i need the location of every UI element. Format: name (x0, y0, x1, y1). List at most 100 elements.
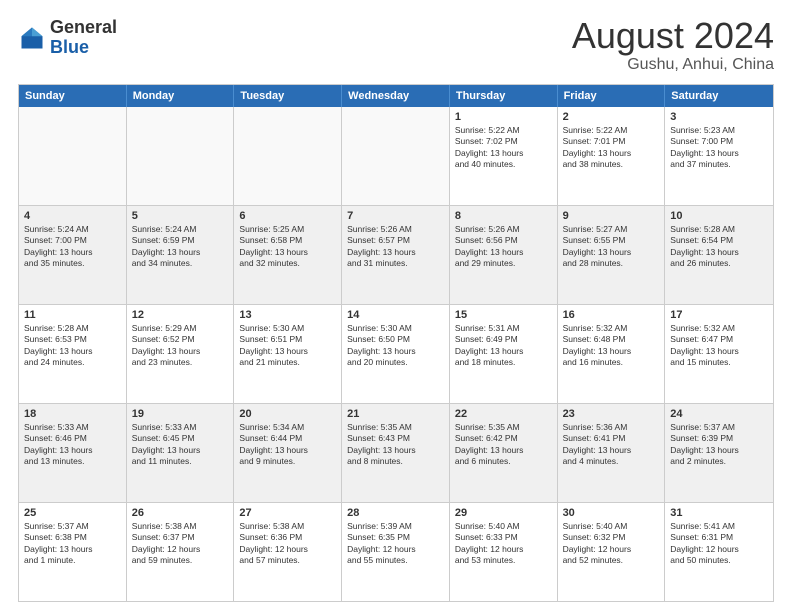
day-number: 28 (347, 507, 444, 519)
page: General Blue August 2024 Gushu, Anhui, C… (0, 0, 792, 612)
day-number: 30 (563, 507, 660, 519)
day-info: Sunrise: 5:38 AMSunset: 6:37 PMDaylight:… (132, 521, 229, 567)
day-number: 10 (670, 210, 768, 222)
calendar-cell-28: 28 Sunrise: 5:39 AMSunset: 6:35 PMDayligh… (342, 503, 450, 601)
day-info: Sunrise: 5:22 AMSunset: 7:02 PMDaylight:… (455, 125, 552, 171)
day-number: 25 (24, 507, 121, 519)
day-number: 18 (24, 408, 121, 420)
day-number: 7 (347, 210, 444, 222)
calendar-cell-12: 12Sunrise: 5:29 AMSunset: 6:52 PMDayligh… (127, 305, 235, 403)
day-info: Sunrise: 5:31 AMSunset: 6:49 PMDaylight:… (455, 323, 552, 369)
day-info: Sunrise: 5:26 AMSunset: 6:56 PMDaylight:… (455, 224, 552, 270)
calendar-cell-3: 3 Sunrise: 5:23 AMSunset: 7:00 PMDaylight… (665, 107, 773, 205)
day-info: Sunrise: 5:30 AMSunset: 6:50 PMDaylight:… (347, 323, 444, 369)
calendar-cell-27: 27 Sunrise: 5:38 AMSunset: 6:36 PMDayligh… (234, 503, 342, 601)
weekday-header-tuesday: Tuesday (234, 85, 342, 107)
calendar-cell-empty-1 (127, 107, 235, 205)
calendar: SundayMondayTuesdayWednesdayThursdayFrid… (18, 84, 774, 602)
day-info: Sunrise: 5:32 AMSunset: 6:48 PMDaylight:… (563, 323, 660, 369)
weekday-header-monday: Monday (127, 85, 235, 107)
day-info: Sunrise: 5:28 AMSunset: 6:53 PMDaylight:… (24, 323, 121, 369)
day-info: Sunrise: 5:33 AMSunset: 6:45 PMDaylight:… (132, 422, 229, 468)
calendar-cell-empty-3 (342, 107, 450, 205)
calendar-cell-29: 29 Sunrise: 5:40 AMSunset: 6:33 PMDayligh… (450, 503, 558, 601)
calendar-cell-8: 8 Sunrise: 5:26 AMSunset: 6:56 PMDaylight… (450, 206, 558, 304)
day-info: Sunrise: 5:37 AMSunset: 6:39 PMDaylight:… (670, 422, 768, 468)
calendar-cell-11: 11 Sunrise: 5:28 AMSunset: 6:53 PMDayligh… (19, 305, 127, 403)
day-info: Sunrise: 5:22 AMSunset: 7:01 PMDaylight:… (563, 125, 660, 171)
day-number: 26 (132, 507, 229, 519)
day-number: 4 (24, 210, 121, 222)
day-number: 31 (670, 507, 768, 519)
day-info: Sunrise: 5:26 AMSunset: 6:57 PMDaylight:… (347, 224, 444, 270)
calendar-cell-10: 10 Sunrise: 5:28 AMSunset: 6:54 PMDayligh… (665, 206, 773, 304)
logo-general-text: General (50, 18, 117, 38)
calendar-cell-6: 6Sunrise: 5:25 AMSunset: 6:58 PMDaylight… (234, 206, 342, 304)
day-number: 15 (455, 309, 552, 321)
day-info: Sunrise: 5:40 AMSunset: 6:33 PMDaylight:… (455, 521, 552, 567)
calendar-cell-2: 2 Sunrise: 5:22 AMSunset: 7:01 PMDaylight… (558, 107, 666, 205)
day-number: 3 (670, 111, 768, 123)
calendar-cell-9: 9Sunrise: 5:27 AMSunset: 6:55 PMDaylight… (558, 206, 666, 304)
calendar-cell-4: 4Sunrise: 5:24 AMSunset: 7:00 PMDaylight… (19, 206, 127, 304)
calendar-cell-31: 31Sunrise: 5:41 AMSunset: 6:31 PMDayligh… (665, 503, 773, 601)
day-number: 29 (455, 507, 552, 519)
weekday-header-sunday: Sunday (19, 85, 127, 107)
logo-icon (18, 24, 46, 52)
calendar-cell-24: 24 Sunrise: 5:37 AMSunset: 6:39 PMDayligh… (665, 404, 773, 502)
calendar-cell-5: 5 Sunrise: 5:24 AMSunset: 6:59 PMDaylight… (127, 206, 235, 304)
weekday-header-thursday: Thursday (450, 85, 558, 107)
day-number: 19 (132, 408, 229, 420)
calendar-cell-13: 13 Sunrise: 5:30 AMSunset: 6:51 PMDayligh… (234, 305, 342, 403)
day-info: Sunrise: 5:34 AMSunset: 6:44 PMDaylight:… (239, 422, 336, 468)
day-info: Sunrise: 5:35 AMSunset: 6:43 PMDaylight:… (347, 422, 444, 468)
calendar-cell-16: 16 Sunrise: 5:32 AMSunset: 6:48 PMDayligh… (558, 305, 666, 403)
day-number: 17 (670, 309, 768, 321)
calendar-cell-30: 30 Sunrise: 5:40 AMSunset: 6:32 PMDayligh… (558, 503, 666, 601)
calendar-cell-1: 1 Sunrise: 5:22 AMSunset: 7:02 PMDaylight… (450, 107, 558, 205)
calendar-row-3: 11 Sunrise: 5:28 AMSunset: 6:53 PMDayligh… (19, 305, 773, 404)
day-info: Sunrise: 5:40 AMSunset: 6:32 PMDaylight:… (563, 521, 660, 567)
day-info: Sunrise: 5:27 AMSunset: 6:55 PMDaylight:… (563, 224, 660, 270)
day-number: 22 (455, 408, 552, 420)
day-number: 2 (563, 111, 660, 123)
calendar-header: SundayMondayTuesdayWednesdayThursdayFrid… (19, 85, 773, 107)
day-info: Sunrise: 5:35 AMSunset: 6:42 PMDaylight:… (455, 422, 552, 468)
day-number: 24 (670, 408, 768, 420)
day-info: Sunrise: 5:38 AMSunset: 6:36 PMDaylight:… (239, 521, 336, 567)
calendar-cell-15: 15 Sunrise: 5:31 AMSunset: 6:49 PMDayligh… (450, 305, 558, 403)
calendar-cell-18: 18 Sunrise: 5:33 AMSunset: 6:46 PMDayligh… (19, 404, 127, 502)
day-info: Sunrise: 5:28 AMSunset: 6:54 PMDaylight:… (670, 224, 768, 270)
day-info: Sunrise: 5:37 AMSunset: 6:38 PMDaylight:… (24, 521, 121, 567)
calendar-cell-26: 26 Sunrise: 5:38 AMSunset: 6:37 PMDayligh… (127, 503, 235, 601)
calendar-cell-17: 17 Sunrise: 5:32 AMSunset: 6:47 PMDayligh… (665, 305, 773, 403)
weekday-header-saturday: Saturday (665, 85, 773, 107)
calendar-cell-7: 7 Sunrise: 5:26 AMSunset: 6:57 PMDaylight… (342, 206, 450, 304)
day-info: Sunrise: 5:30 AMSunset: 6:51 PMDaylight:… (239, 323, 336, 369)
day-number: 13 (239, 309, 336, 321)
day-number: 27 (239, 507, 336, 519)
logo-text: General Blue (50, 18, 117, 58)
day-info: Sunrise: 5:23 AMSunset: 7:00 PMDaylight:… (670, 125, 768, 171)
day-number: 12 (132, 309, 229, 321)
logo-blue-text: Blue (50, 38, 117, 58)
calendar-row-1: 1 Sunrise: 5:22 AMSunset: 7:02 PMDaylight… (19, 107, 773, 206)
title-location: Gushu, Anhui, China (572, 56, 774, 74)
day-number: 5 (132, 210, 229, 222)
day-info: Sunrise: 5:32 AMSunset: 6:47 PMDaylight:… (670, 323, 768, 369)
day-number: 14 (347, 309, 444, 321)
day-number: 23 (563, 408, 660, 420)
day-number: 1 (455, 111, 552, 123)
calendar-cell-21: 21Sunrise: 5:35 AMSunset: 6:43 PMDayligh… (342, 404, 450, 502)
calendar-cell-14: 14 Sunrise: 5:30 AMSunset: 6:50 PMDayligh… (342, 305, 450, 403)
calendar-cell-20: 20Sunrise: 5:34 AMSunset: 6:44 PMDayligh… (234, 404, 342, 502)
day-info: Sunrise: 5:24 AMSunset: 6:59 PMDaylight:… (132, 224, 229, 270)
day-number: 16 (563, 309, 660, 321)
title-month: August 2024 (572, 18, 774, 54)
calendar-row-2: 4Sunrise: 5:24 AMSunset: 7:00 PMDaylight… (19, 206, 773, 305)
day-info: Sunrise: 5:33 AMSunset: 6:46 PMDaylight:… (24, 422, 121, 468)
day-info: Sunrise: 5:39 AMSunset: 6:35 PMDaylight:… (347, 521, 444, 567)
day-number: 11 (24, 309, 121, 321)
day-number: 8 (455, 210, 552, 222)
calendar-cell-empty-2 (234, 107, 342, 205)
